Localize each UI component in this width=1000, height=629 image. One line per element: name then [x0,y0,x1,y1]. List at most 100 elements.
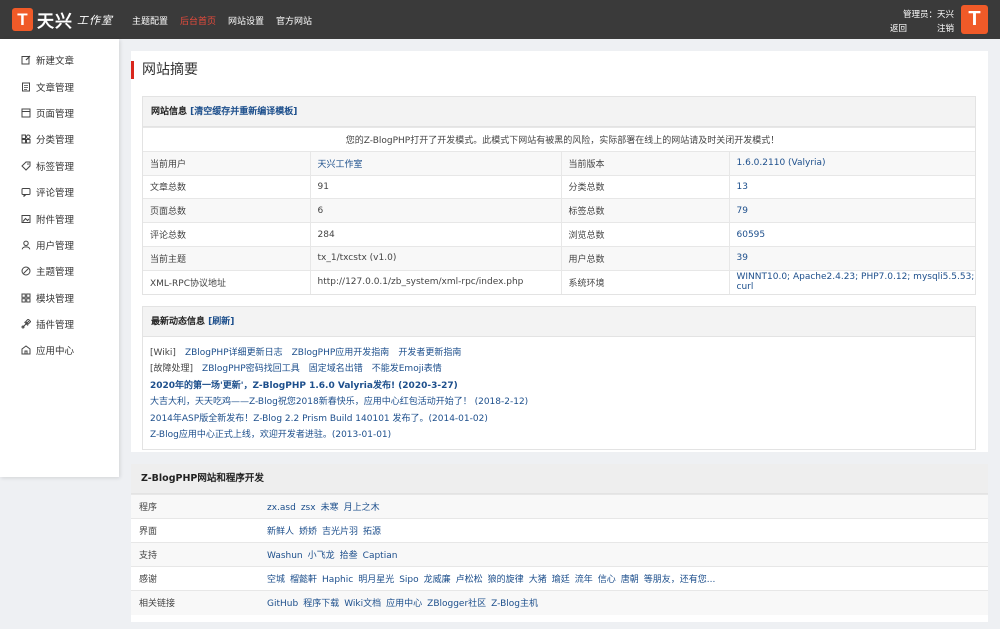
sidebar-item-11[interactable]: 插件管理 [0,311,119,337]
news-link[interactable]: 不能发Emoji表情 [372,364,442,374]
edit-icon [21,55,31,65]
news-link[interactable]: ZBlogPHP密码找回工具 [202,364,300,374]
credits-link[interactable]: Z-Blog主机 [491,599,538,609]
credits-link[interactable]: 流年 [575,575,593,585]
brand-logo[interactable]: T 天兴 工作室 [12,7,113,32]
credits-link[interactable]: 等朋友，还有您... [644,575,716,585]
news-wiki-label: [Wiki] [150,348,176,358]
clear-cache-link[interactable]: [清空缓存并重新编译模板] [190,107,297,117]
credits-link[interactable]: 信心 [598,575,616,585]
news-box: 最新动态信息 [刷新] [Wiki] ZBlogPHP详细更新日志 ZBlogPHP… [142,306,976,451]
sidebar-item-2[interactable]: 文章管理 [0,73,119,99]
credits-link[interactable]: 娇娇 [299,527,317,537]
page-title: 网站摘要 [131,61,198,79]
top-nav-item-2[interactable]: 后台首页 [180,14,216,27]
credits-link[interactable]: 应用中心 [386,599,422,609]
table-row: 界面 新鲜人 娇娇 吉光片羽 拓源 [131,518,988,543]
news-item[interactable]: 2014年ASP版全新发布！Z-Blog 2.2 Prism Build 140… [150,411,968,427]
image-icon [21,214,31,224]
credits-link[interactable]: Wiki文档 [344,599,381,609]
back-link[interactable]: 返回 [890,22,907,36]
info-cell-v2[interactable]: 79 [729,198,975,223]
app-icon [21,345,31,355]
info-cell-k2: 系统环境 [561,269,730,295]
info-cell-v2[interactable]: 1.6.0.2110 (Valyria) [729,150,975,176]
credits-link[interactable]: 拓源 [363,527,381,537]
credits-values: GitHub 程序下载 Wiki文档 应用中心 ZBlogger社区 Z-Blog主机 [259,590,988,615]
table-row: 评论总数 284 浏览总数 60595 [143,222,975,247]
brand-sub: 工作室 [77,13,113,27]
credits-link[interactable]: 新鲜人 [267,527,294,537]
news-fault-line: [故障处理] ZBlogPHP密码找回工具 固定域名出错 不能发Emoji表情 [150,361,968,377]
credits-link[interactable]: zx.asd [267,503,296,513]
credits-head: Z-BlogPHP网站和程序开发 [131,464,988,494]
credits-link[interactable]: Haphic [322,575,353,585]
credits-key: 感谢 [131,566,259,591]
credits-link[interactable]: 小飞龙 [308,551,335,561]
credits-link[interactable]: 卢松松 [456,575,483,585]
sidebar-item-6[interactable]: 评论管理 [0,179,119,205]
avatar[interactable]: T [961,5,988,34]
top-nav-item-3[interactable]: 网站设置 [228,14,264,27]
credits-link[interactable]: ZBlogger社区 [427,599,486,609]
credits-link[interactable]: 吉光片羽 [322,527,358,537]
credits-link[interactable]: Sipo [399,575,418,585]
credits-link[interactable]: Captian [363,551,398,561]
info-cell-v2[interactable]: 60595 [729,222,975,247]
credits-link[interactable]: 未寒 [321,503,339,513]
sidebar-item-10[interactable]: 模块管理 [0,285,119,311]
credits-link[interactable]: 唐朝 [621,575,639,585]
news-link[interactable]: 开发者更新指南 [398,348,461,358]
table-row: 相关链接 GitHub 程序下载 Wiki文档 应用中心 ZBlogger社区 Z-Blog… [131,590,988,615]
sidebar-item-label: 用户管理 [36,240,75,252]
info-cell-v2[interactable]: WINNT10.0; Apache2.4.23; PHP7.0.12; mysq… [729,269,975,295]
top-bar: T 天兴 工作室 主题配置 后台首页 网站设置 官方网站 管理员：天兴 返回 注销 T [0,0,1000,39]
credits-link[interactable]: GitHub [267,599,298,609]
site-info-head: 网站信息 [清空缓存并重新编译模板] [143,97,975,127]
credits-link[interactable]: 大猪 [529,575,547,585]
credits-key: 支持 [131,542,259,567]
news-item[interactable]: Z-Blog应用中心正式上线，欢迎开发者进驻。(2013-01-01) [150,427,968,443]
credits-values: 空城 榴懿軒 Haphic 明月星光 Sipo 龙威廉 卢松松 狼的旋律 大猪 瑜廷 流年 信心 唐朝等… [259,566,988,591]
info-cell-k1: 文章总数 [143,174,311,199]
refresh-news-link[interactable]: [刷新] [208,317,234,327]
sidebar-item-12[interactable]: 应用中心 [0,337,119,363]
credits-link[interactable]: 狼的旋律 [488,575,524,585]
credits-link[interactable]: 榴懿軒 [290,575,317,585]
sidebar-item-label: 页面管理 [36,108,75,120]
sidebar-item-7[interactable]: 附件管理 [0,205,119,231]
sidebar-item-label: 插件管理 [36,320,75,332]
sidebar-item-8[interactable]: 用户管理 [0,232,119,258]
credits-link[interactable]: 程序下载 [303,599,339,609]
news-item[interactable]: 2020年的第一场'更新'，Z-BlogPHP 1.6.0 Valyria发布!… [150,378,968,394]
info-cell-v1: tx_1/txcstx (v1.0) [310,245,562,271]
credits-link[interactable]: 明月星光 [358,575,394,585]
category-icon [21,134,31,144]
credits-link[interactable]: 拾叁 [340,551,358,561]
sidebar-item-3[interactable]: 页面管理 [0,100,119,126]
sidebar-item-label: 分类管理 [36,135,75,147]
info-cell-v2[interactable]: 39 [729,245,975,271]
top-nav-item-1[interactable]: 主题配置 [132,14,168,27]
credits-link[interactable]: 龙威廉 [424,575,451,585]
credits-link[interactable]: 瑜廷 [552,575,570,585]
info-cell-v1[interactable]: 天兴工作室 [310,150,562,176]
sidebar-item-9[interactable]: 主题管理 [0,258,119,284]
info-cell-v2[interactable]: 13 [729,174,975,199]
news-link[interactable]: 固定域名出错 [309,364,363,374]
credits-link[interactable]: zsx [301,503,316,513]
sidebar-item-5[interactable]: 标签管理 [0,153,119,179]
sidebar-item-label: 标签管理 [36,161,75,173]
news-link[interactable]: ZBlogPHP详细更新日志 [185,348,283,358]
sidebar-item-1[interactable]: 新建文章 [0,47,119,73]
logout-link[interactable]: 注销 [937,22,954,36]
credits-link[interactable]: 空城 [267,575,285,585]
sidebar-item-4[interactable]: 分类管理 [0,126,119,152]
top-nav-item-4[interactable]: 官方网站 [276,14,312,27]
news-item[interactable]: 大吉大利，天天吃鸡——Z-Blog祝您2018新春快乐，应用中心红包活动开始了！… [150,394,968,410]
table-row: 程序 zx.asd zsx 未寒 月上之木 [131,494,988,519]
credits-link[interactable]: Washun [267,551,303,561]
news-link[interactable]: ZBlogPHP应用开发指南 [292,348,390,358]
credits-link[interactable]: 月上之木 [344,503,380,513]
sidebar-item-label: 文章管理 [36,82,75,94]
